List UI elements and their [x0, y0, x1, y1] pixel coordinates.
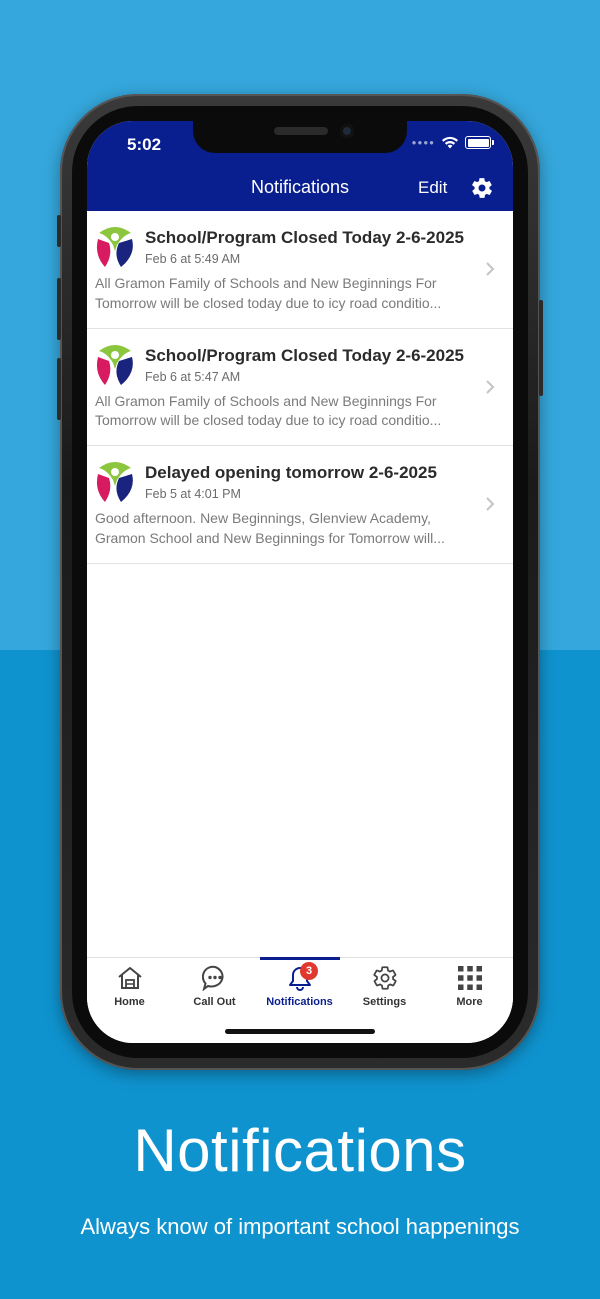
notification-preview: All Gramon Family of Schools and New Beg…: [95, 274, 475, 313]
tab-home[interactable]: Home: [87, 958, 172, 1018]
tab-notifications[interactable]: 3 Notifications: [257, 958, 342, 1018]
notification-preview-line: Tomorrow will be closed today due to icy…: [95, 294, 442, 311]
status-icons: ●●●●: [411, 136, 494, 149]
status-time: 5:02: [127, 135, 162, 154]
notification-preview: Good afternoon. New Beginnings, Glenview…: [95, 509, 475, 548]
tab-label: Settings: [362, 996, 407, 1008]
power-button: [539, 300, 543, 396]
home-indicator[interactable]: [225, 1029, 375, 1034]
tab-more[interactable]: More: [427, 958, 512, 1018]
notification-preview-line: Tomorrow will be closed today due to icy…: [95, 412, 442, 428]
notification-item[interactable]: Delayed opening tomorrow 2-6-2025 Feb 5 …: [87, 446, 513, 564]
notification-title: School/Program Closed Today 2-6-2025: [145, 345, 464, 365]
phone-speaker: [274, 127, 328, 135]
front-camera: [340, 124, 354, 138]
tab-settings[interactable]: Settings: [342, 958, 427, 1018]
promo-subtitle: Always know of important school happenin…: [80, 1214, 520, 1239]
notification-title: School/Program Closed Today 2-6-2025: [145, 228, 464, 247]
notification-item[interactable]: School/Program Closed Today 2-6-2025 Feb…: [87, 328, 513, 446]
volume-down-button: [57, 358, 61, 420]
tab-label: Notifications: [266, 996, 333, 1008]
phone-screen: 5:02 ●●●● Notifications Edit School/Prog: [87, 121, 513, 1043]
settings-gear-icon: [373, 966, 397, 990]
tab-label: Home: [114, 996, 145, 1008]
school-logo-icon: [96, 227, 133, 267]
chevron-right-icon: [486, 379, 495, 394]
volume-up-button: [57, 278, 61, 340]
notification-list: School/Program Closed Today 2-6-2025 Feb…: [87, 211, 513, 564]
page-title: Notifications: [250, 177, 350, 197]
gear-icon[interactable]: [470, 176, 494, 200]
wifi-icon: [442, 136, 458, 149]
tab-label: Call Out: [193, 996, 236, 1008]
mute-switch: [57, 215, 61, 247]
school-logo-icon: [96, 344, 133, 385]
active-tab-indicator: [260, 957, 340, 960]
notification-preview-line: Gramon School and New Beginnings for Tom…: [95, 529, 445, 546]
chevron-right-icon: [486, 497, 495, 511]
battery-icon: [465, 136, 494, 149]
signal-icon: ●●●●: [411, 138, 435, 147]
notification-count-badge: 3: [300, 962, 318, 980]
notification-preview-line: All Gramon Family of Schools and New Beg…: [95, 275, 437, 291]
edit-button[interactable]: Edit: [418, 178, 447, 198]
chevron-right-icon: [486, 262, 495, 276]
notification-preview-line: All Gramon Family of Schools and New Beg…: [95, 392, 437, 409]
notification-date: Feb 5 at 4:01 PM: [145, 487, 241, 501]
chat-icon: [202, 965, 224, 991]
tab-call-out[interactable]: Call Out: [172, 958, 257, 1018]
home-icon: [118, 967, 142, 989]
grid-icon: [458, 966, 482, 990]
notification-title: Delayed opening tomorrow 2-6-2025: [145, 463, 437, 482]
school-logo-icon: [96, 462, 133, 502]
notification-preview: All Gramon Family of Schools and New Beg…: [95, 392, 475, 431]
notification-date: Feb 6 at 5:47 AM: [145, 369, 241, 384]
promo-title: Notifications: [133, 1117, 467, 1184]
tab-label: More: [456, 996, 483, 1008]
notification-date: Feb 6 at 5:49 AM: [145, 252, 241, 266]
notification-preview-line: Good afternoon. New Beginnings, Glenview…: [95, 510, 431, 526]
notification-item[interactable]: School/Program Closed Today 2-6-2025 Feb…: [87, 211, 513, 329]
